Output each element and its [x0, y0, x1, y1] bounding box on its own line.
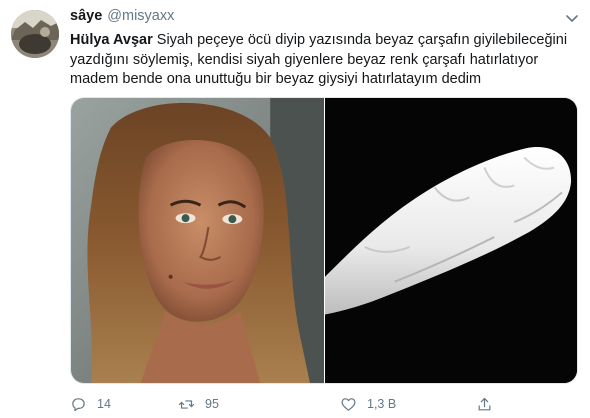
like-button[interactable]: 1,3 B: [340, 394, 396, 414]
avatar-image: [11, 10, 59, 58]
like-count: 1,3 B: [367, 397, 397, 411]
retweet-icon: [178, 399, 195, 409]
reply-icon: [72, 397, 85, 411]
heart-icon: [341, 397, 356, 411]
tweet[interactable]: sâye @misyaxx Hülya Avşar Siyah peçeye ö…: [0, 0, 590, 418]
chevron-down-icon[interactable]: [564, 10, 580, 26]
author-handle[interactable]: @misyaxx: [107, 8, 174, 24]
tweet-media[interactable]: [70, 97, 578, 384]
retweet-button[interactable]: 95: [178, 394, 219, 414]
tweet-header: sâye @misyaxx: [70, 8, 174, 28]
reply-button[interactable]: 14: [70, 394, 111, 414]
tweet-actions: 14 95 1,3 B: [70, 394, 510, 414]
tweet-mention: Hülya Avşar: [70, 32, 153, 48]
retweet-count: 95: [205, 397, 219, 411]
reply-count: 14: [97, 397, 111, 411]
share-button[interactable]: [476, 394, 493, 414]
woman-portrait-photo[interactable]: [71, 98, 324, 383]
share-icon: [478, 397, 491, 410]
tweet-text: Hülya Avşar Siyah peçeye öcü diyip yazıs…: [70, 31, 580, 90]
author-name[interactable]: sâye: [70, 8, 102, 24]
white-shroud-on-black-photo[interactable]: [325, 98, 577, 383]
avatar[interactable]: [11, 10, 59, 58]
